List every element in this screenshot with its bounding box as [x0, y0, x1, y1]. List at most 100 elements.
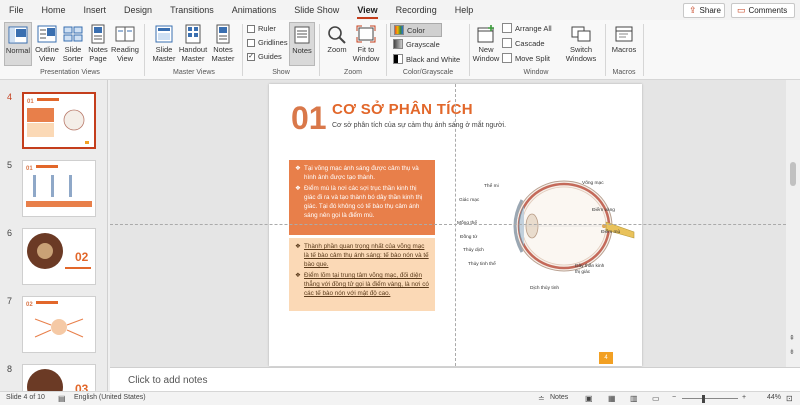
- separator: [643, 24, 644, 76]
- handout-master-icon: [185, 24, 201, 44]
- cascade-button[interactable]: Cascade: [502, 38, 545, 48]
- zoom-button[interactable]: Zoom: [324, 24, 350, 55]
- slide-thumbnail-6[interactable]: 02: [22, 228, 96, 285]
- slide-thumbnails-pane: 4 01 5 01 6 02 7 02 8 03: [0, 80, 108, 391]
- gridlines-check-box[interactable]: [247, 38, 255, 47]
- notes-page-label: Notes Page: [88, 45, 108, 63]
- master-views-group-label: Master Views: [173, 69, 215, 76]
- notes-status-button[interactable]: Notes: [550, 394, 568, 401]
- eye-label: Đồng tử: [460, 235, 478, 240]
- slide-thumbnail-5[interactable]: 01: [22, 160, 96, 217]
- menu-help[interactable]: Help: [446, 0, 483, 20]
- move-split-button[interactable]: Move Split: [502, 53, 550, 63]
- menu-animations[interactable]: Animations: [223, 0, 286, 20]
- bullet-text: Tại võng mạc ánh sáng được cảm thụ và hì…: [304, 165, 419, 181]
- normal-view-status-icon[interactable]: ▣: [585, 394, 593, 403]
- guides-check-box[interactable]: ✓: [247, 52, 255, 61]
- slide-sorter-button[interactable]: Slide Sorter: [60, 24, 86, 63]
- arrange-all-button[interactable]: Arrange All: [502, 23, 552, 33]
- outline-view-label: Outline View: [35, 45, 59, 63]
- slide-thumbnail-8[interactable]: 03: [22, 364, 96, 391]
- notes-page-button[interactable]: Notes Page: [86, 24, 110, 63]
- peach-text-box[interactable]: ❖ Thành phần quan trọng nhất của võng mạ…: [289, 238, 435, 311]
- slide-thumbnail-7[interactable]: 02: [22, 296, 96, 353]
- color-grayscale-group-label: Color/Grayscale: [402, 69, 454, 76]
- notes-pane[interactable]: Click to add notes: [110, 367, 800, 391]
- normal-view-button[interactable]: Normal: [4, 22, 32, 66]
- move-split-label: Move Split: [515, 53, 551, 63]
- vertical-guide[interactable]: [455, 84, 456, 366]
- black-and-white-button[interactable]: Black and White: [393, 54, 460, 64]
- eye-label: Thủy tinh thể: [468, 262, 496, 267]
- ruler-checkbox[interactable]: Ruler: [247, 24, 276, 33]
- cascade-label: Cascade: [515, 38, 545, 48]
- menu-file[interactable]: File: [0, 0, 33, 20]
- separator: [319, 24, 320, 76]
- menu-bar: File Home Insert Design Transitions Anim…: [0, 0, 800, 20]
- zoom-label: Zoom: [327, 45, 347, 54]
- reading-view-button[interactable]: Reading View: [111, 24, 139, 63]
- comments-button[interactable]: ▭ Comments: [731, 3, 795, 18]
- slide-show-status-icon[interactable]: ▭: [652, 394, 660, 403]
- slide-6-preview: 02: [27, 233, 91, 269]
- slide-7-preview: 02: [26, 301, 84, 338]
- slide-8-preview: 03: [27, 369, 89, 391]
- eye-anatomy-diagram[interactable]: [494, 172, 644, 284]
- window-group-label: Window: [523, 69, 549, 76]
- notes-master-button[interactable]: Notes Master: [209, 24, 237, 63]
- switch-windows-button[interactable]: Switch Windows: [563, 24, 599, 63]
- notes-toggle-button[interactable]: Notes: [289, 22, 315, 66]
- slide-master-button[interactable]: Slide Master: [150, 24, 178, 63]
- menu-transitions[interactable]: Transitions: [161, 0, 223, 20]
- reading-view-status-icon[interactable]: ▥: [630, 394, 638, 403]
- thumbnail-number: 8: [7, 364, 13, 374]
- menu-recording[interactable]: Recording: [387, 0, 446, 20]
- slide-title[interactable]: CƠ SỞ PHÂN TÍCH: [332, 101, 473, 118]
- cascade-icon: [502, 38, 512, 48]
- fit-to-window-icon: [356, 25, 376, 43]
- separator: [469, 24, 470, 76]
- svg-text:02: 02: [75, 250, 89, 264]
- color-button[interactable]: Color: [390, 23, 442, 37]
- fit-slide-icon[interactable]: ⊡: [786, 394, 793, 403]
- scrollbar-thumb[interactable]: [790, 162, 796, 186]
- guides-checkbox[interactable]: ✓ Guides: [247, 52, 282, 61]
- previous-slide-icon[interactable]: ⇞: [789, 334, 795, 342]
- menu-slide-show[interactable]: Slide Show: [285, 0, 348, 20]
- macros-label: Macros: [611, 45, 637, 54]
- zoom-slider-track[interactable]: [682, 398, 738, 399]
- menu-home[interactable]: Home: [33, 0, 75, 20]
- new-window-button[interactable]: New Window: [472, 24, 500, 63]
- notes-placeholder[interactable]: Click to add notes: [128, 375, 208, 386]
- language-indicator[interactable]: English (United States): [74, 394, 146, 401]
- new-window-label: New Window: [472, 45, 500, 63]
- fit-to-window-button[interactable]: Fit to Window: [351, 24, 381, 63]
- grayscale-button[interactable]: Grayscale: [393, 39, 440, 49]
- outline-view-button[interactable]: Outline View: [33, 24, 61, 63]
- zoom-slider-thumb[interactable]: [702, 395, 705, 403]
- spelling-check-icon[interactable]: ▤: [58, 394, 66, 403]
- vertical-scrollbar[interactable]: ⇞ ⇟: [786, 80, 800, 367]
- zoom-in-icon[interactable]: +: [742, 394, 746, 401]
- slide-thumbnail-4[interactable]: 01: [22, 92, 96, 149]
- svg-text:01: 01: [27, 99, 34, 105]
- gridlines-checkbox[interactable]: Gridlines: [247, 38, 288, 47]
- ruler-check-box[interactable]: [247, 24, 255, 33]
- menu-design[interactable]: Design: [115, 0, 161, 20]
- horizontal-guide[interactable]: [110, 224, 786, 225]
- slide-sorter-status-icon[interactable]: ▦: [608, 394, 616, 403]
- next-slide-icon[interactable]: ⇟: [789, 348, 795, 356]
- menu-view[interactable]: View: [348, 0, 386, 20]
- zoom-out-icon[interactable]: −: [672, 394, 676, 401]
- separator: [144, 24, 145, 76]
- section-number[interactable]: 01: [291, 100, 327, 137]
- handout-master-button[interactable]: Handout Master: [178, 24, 208, 63]
- zoom-level[interactable]: 44%: [767, 394, 781, 401]
- slide-subtitle[interactable]: Cơ sở phân tích của sự cảm thụ ánh sáng …: [332, 122, 506, 129]
- slide-4-preview: 01: [27, 98, 89, 144]
- macros-button[interactable]: Macros: [610, 24, 638, 55]
- menu-insert[interactable]: Insert: [75, 0, 116, 20]
- share-button[interactable]: ⇪ Share: [683, 3, 725, 18]
- grayscale-swatch-icon: [393, 39, 403, 49]
- eye-label: Điểm mù: [601, 230, 621, 235]
